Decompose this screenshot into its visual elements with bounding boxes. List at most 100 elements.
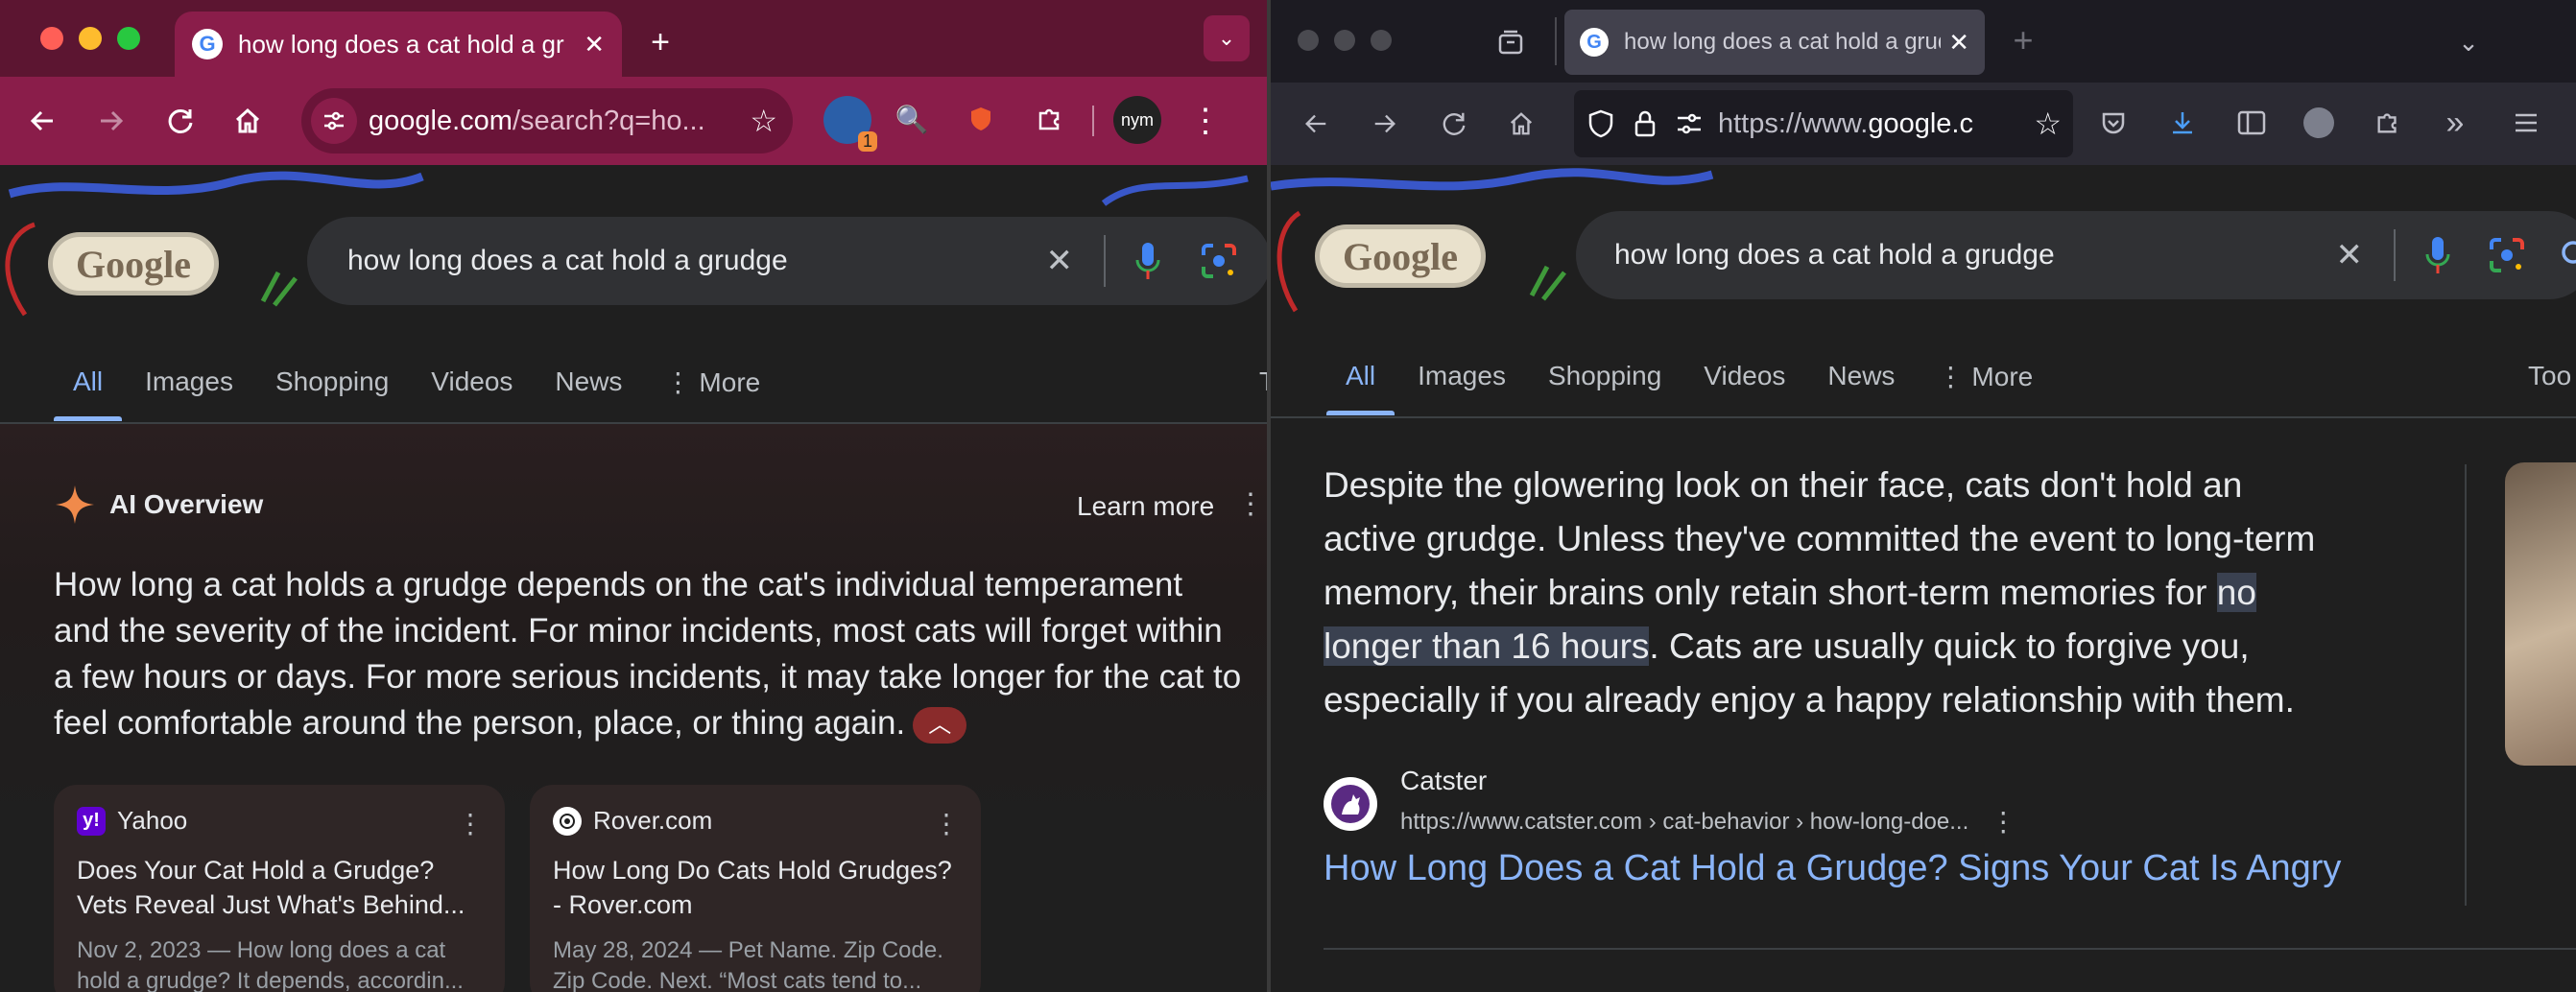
downloads-icon[interactable] — [2161, 102, 2204, 144]
voice-search-mic-icon[interactable] — [1134, 241, 1161, 281]
extensions-puzzle-icon[interactable] — [2367, 102, 2409, 144]
voice-search-mic-icon[interactable] — [2424, 235, 2451, 275]
permissions-icon[interactable] — [1676, 112, 1703, 135]
result-divider — [1324, 948, 2576, 950]
google-doodle-logo[interactable]: Google — [1315, 224, 1486, 288]
clear-search-icon[interactable]: ✕ — [2336, 236, 2364, 274]
pocket-icon[interactable] — [2092, 102, 2135, 144]
bookmark-star-icon[interactable]: ☆ — [750, 103, 777, 139]
google-doodle-logo[interactable]: Google — [48, 232, 219, 295]
learn-more-link[interactable]: Learn more — [1077, 491, 1214, 522]
sidebar-icon[interactable] — [2230, 102, 2273, 144]
firefox-toolbar: https://www. google.c ☆ » — [1271, 83, 2576, 165]
toolbar-divider — [1092, 106, 1094, 136]
new-tab-button[interactable]: + — [2002, 19, 2044, 61]
url-path: /search?q=ho... — [512, 105, 705, 136]
forward-arrow-icon[interactable] — [88, 98, 134, 144]
reload-icon[interactable] — [1432, 102, 1476, 146]
tab-images[interactable]: Images — [1418, 361, 1506, 392]
new-tab-button[interactable]: + — [637, 19, 683, 65]
tab-all[interactable]: All — [53, 366, 123, 421]
forward-arrow-icon[interactable] — [1363, 102, 1407, 146]
result-source[interactable]: Catster https://www.catster.com › cat-be… — [1324, 766, 2016, 838]
card-source-name: Yahoo — [117, 806, 188, 835]
tab-news[interactable]: News — [1827, 361, 1895, 392]
tab-search-chevron-icon[interactable]: ⌄ — [1204, 15, 1250, 61]
url-bar[interactable]: https://www. google.c ☆ — [1574, 90, 2073, 157]
google-lens-icon[interactable] — [1200, 242, 1238, 280]
list-all-tabs-chevron-icon[interactable]: ⌄ — [2447, 21, 2490, 63]
collapse-chevron-icon[interactable]: ︿ — [913, 706, 967, 744]
snippet-before: Despite the glowering look on their face… — [1324, 465, 2316, 612]
magnifier-extension-icon[interactable]: 🔍 — [891, 98, 933, 140]
card-menu-icon[interactable]: ⋮ — [457, 808, 484, 839]
tab-videos[interactable]: Videos — [431, 366, 513, 398]
card-menu-icon[interactable]: ⋮ — [933, 808, 960, 839]
search-nav-tabs: All Images Shopping Videos News ⋮ More — [53, 366, 760, 421]
firefox-tab-strip: G how long does a cat hold a grud ✕ + ⌄ — [1271, 0, 2576, 83]
tab-images[interactable]: Images — [145, 366, 233, 398]
back-arrow-icon[interactable] — [1294, 102, 1338, 146]
tab-more[interactable]: ⋮ More — [1937, 361, 2033, 392]
tab-news[interactable]: News — [555, 366, 622, 398]
snippet-cat-image[interactable] — [2505, 462, 2576, 766]
tab-shopping[interactable]: Shopping — [1548, 361, 1661, 392]
profile-avatar[interactable]: nym — [1113, 96, 1161, 144]
address-bar[interactable]: google.com /search?q=ho... ☆ — [301, 88, 793, 154]
search-submit-icon[interactable] — [2559, 238, 2576, 272]
tab-tools-partial[interactable]: Too — [2528, 361, 2571, 391]
reload-icon[interactable] — [157, 98, 203, 144]
chrome-tab-strip: G how long does a cat hold a gr ✕ + ⌄ — [0, 0, 1267, 77]
home-icon[interactable] — [225, 98, 271, 144]
google-favicon-icon: G — [1580, 28, 1609, 57]
chrome-menu-icon[interactable]: ⋮ — [1186, 98, 1225, 144]
clear-search-icon[interactable]: ✕ — [1046, 242, 1074, 280]
active-tab[interactable]: G how long does a cat hold a gr ✕ — [175, 12, 622, 77]
site-settings-icon[interactable] — [311, 98, 357, 144]
source-card-rover[interactable]: Rover.com ⋮ How Long Do Cats Hold Grudge… — [530, 785, 981, 992]
search-box[interactable]: how long does a cat hold a grudge ✕ — [1576, 211, 2576, 299]
brave-shield-icon[interactable] — [960, 98, 1002, 140]
home-icon[interactable] — [1499, 102, 1543, 146]
card-source: y! Yahoo — [77, 806, 482, 836]
hamburger-menu-icon[interactable] — [2505, 102, 2547, 144]
more-dots-icon: ⋮ — [664, 367, 692, 397]
active-tab[interactable]: G how long does a cat hold a grud ✕ — [1564, 10, 1985, 75]
google-lens-icon[interactable] — [2488, 236, 2526, 274]
maximize-window-button[interactable] — [1371, 30, 1392, 51]
tab-videos[interactable]: Videos — [1704, 361, 1785, 392]
card-title: How Long Do Cats Hold Grudges? - Rover.c… — [553, 856, 952, 919]
tab-close-icon[interactable]: ✕ — [1948, 28, 1969, 58]
search-input[interactable]: how long does a cat hold a grudge — [1614, 239, 2336, 272]
search-input[interactable]: how long does a cat hold a grudge — [347, 245, 1046, 277]
chrome-toolbar: google.com /search?q=ho... ☆ 1 🔍 nym ⋮ — [0, 77, 1267, 165]
tab-tray-icon[interactable] — [1490, 21, 1532, 63]
search-box[interactable]: how long does a cat hold a grudge ✕ — [307, 217, 1267, 305]
back-arrow-icon[interactable] — [19, 98, 65, 144]
minimize-window-button[interactable] — [1334, 30, 1355, 51]
lock-icon[interactable] — [1634, 109, 1657, 138]
minimize-window-button[interactable] — [79, 27, 102, 50]
tab-close-icon[interactable]: ✕ — [584, 30, 605, 59]
tab-tools-partial[interactable]: T — [1259, 366, 1267, 397]
tab-more[interactable]: ⋮ More — [664, 366, 760, 398]
tab-all[interactable]: All — [1325, 361, 1395, 415]
extension-avatar-icon[interactable]: 1 — [823, 96, 877, 152]
account-avatar[interactable] — [2298, 102, 2340, 144]
close-window-button[interactable] — [40, 27, 63, 50]
extensions-puzzle-icon[interactable] — [1029, 98, 1071, 140]
source-card-yahoo[interactable]: y! Yahoo ⋮ Does Your Cat Hold a Grudge? … — [54, 785, 505, 992]
firefox-window: G how long does a cat hold a grud ✕ + ⌄ — [1271, 0, 2576, 992]
result-title-link[interactable]: How Long Does a Cat Hold a Grudge? Signs… — [1324, 848, 2341, 889]
result-menu-icon[interactable]: ⋮ — [1990, 806, 2016, 838]
search-nav-tabs: All Images Shopping Videos News ⋮ More — [1325, 361, 2033, 415]
tab-shopping[interactable]: Shopping — [275, 366, 389, 398]
extension-badge: 1 — [857, 131, 877, 152]
search-divider — [2394, 229, 2396, 281]
tracking-shield-icon[interactable] — [1587, 109, 1614, 138]
maximize-window-button[interactable] — [117, 27, 140, 50]
close-window-button[interactable] — [1298, 30, 1319, 51]
bookmark-star-icon[interactable]: ☆ — [2028, 106, 2062, 142]
overflow-chevrons-icon[interactable]: » — [2434, 102, 2476, 144]
ai-overview-menu-icon[interactable]: ⋮ — [1236, 487, 1265, 521]
